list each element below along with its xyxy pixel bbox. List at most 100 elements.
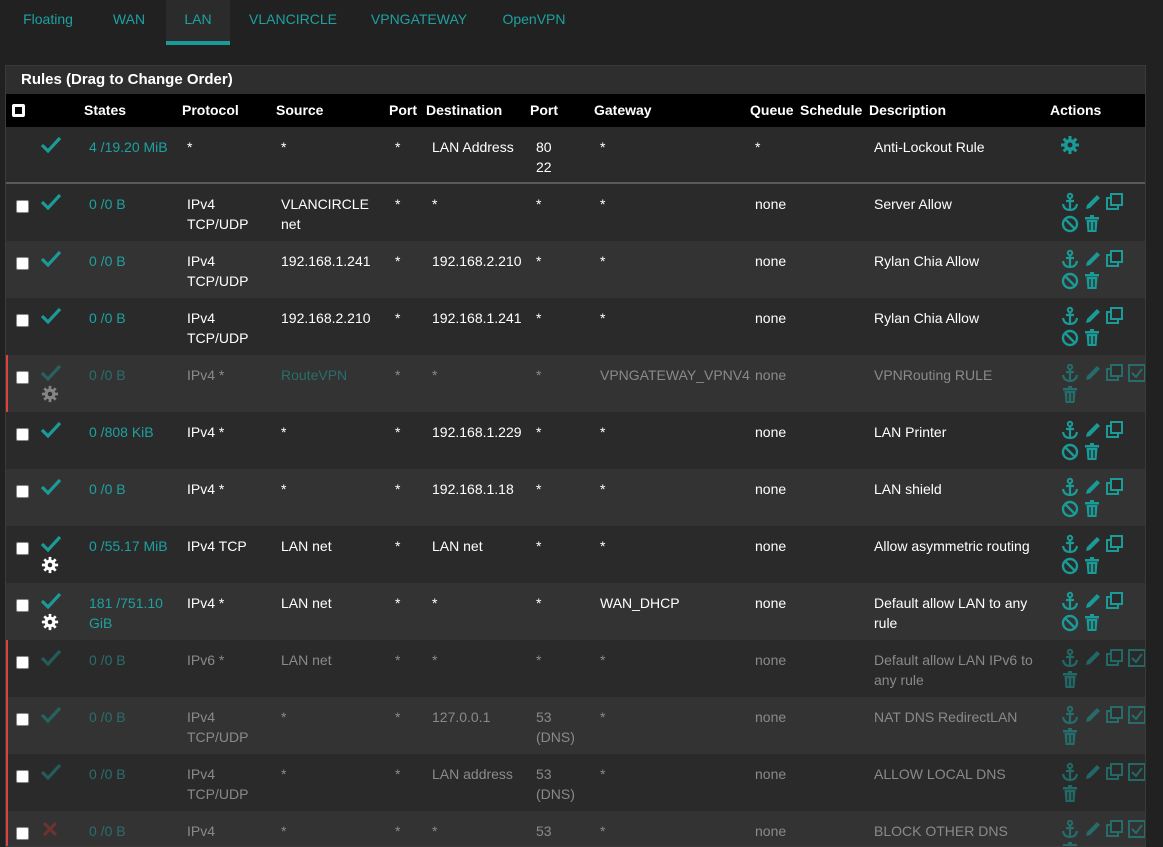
tab-floating[interactable]: Floating — [0, 0, 96, 44]
copy-icon[interactable] — [1105, 477, 1125, 497]
delete-trash-icon[interactable] — [1082, 442, 1102, 462]
move-anchor-icon[interactable] — [1060, 705, 1080, 725]
pass-check-icon[interactable] — [40, 249, 62, 269]
copy-icon[interactable] — [1105, 249, 1125, 269]
move-anchor-icon[interactable] — [1060, 420, 1080, 440]
edit-pencil-icon[interactable] — [1083, 477, 1103, 497]
edit-pencil-icon[interactable] — [1083, 534, 1103, 554]
move-anchor-icon[interactable] — [1060, 819, 1080, 839]
tab-wan[interactable]: WAN — [96, 0, 162, 44]
rule-select-checkbox[interactable] — [16, 770, 29, 783]
move-anchor-icon[interactable] — [1060, 249, 1080, 269]
delete-trash-icon[interactable] — [1060, 784, 1080, 804]
disable-ban-icon[interactable] — [1060, 442, 1080, 462]
tab-vpngateway[interactable]: VPNGATEWAY — [358, 0, 480, 44]
delete-trash-icon[interactable] — [1082, 271, 1102, 291]
rule-select-checkbox[interactable] — [16, 257, 29, 270]
copy-icon[interactable] — [1105, 192, 1125, 212]
anti-lockout-row[interactable]: 4 /19.20 MiB * * * LAN Address 80 22 * * Anti-Lo… — [6, 127, 1145, 184]
move-anchor-icon[interactable] — [1060, 762, 1080, 782]
delete-trash-icon[interactable] — [1082, 328, 1102, 348]
copy-icon[interactable] — [1105, 705, 1125, 725]
rule-select-checkbox[interactable] — [16, 314, 29, 327]
rule-row[interactable]: 0 /0 B IPv4 * * * 192.168.1.18 * * none LAN shie… — [6, 469, 1145, 526]
delete-trash-icon[interactable] — [1060, 727, 1080, 747]
disable-ban-icon[interactable] — [1060, 556, 1080, 576]
edit-pencil-icon[interactable] — [1083, 420, 1103, 440]
rule-row[interactable]: 0 /0 B IPv4 TCP/UDP * * 127.0.0.1 53 (DNS) * no… — [6, 697, 1145, 754]
move-anchor-icon[interactable] — [1060, 363, 1080, 383]
rule-select-checkbox[interactable] — [16, 599, 29, 612]
pass-check-icon[interactable] — [40, 306, 62, 326]
delete-trash-icon[interactable] — [1082, 499, 1102, 519]
edit-pencil-icon[interactable] — [1083, 648, 1103, 668]
rule-row[interactable]: 0 /0 B IPv6 * LAN net * * * * none Default allow… — [6, 640, 1145, 697]
enable-rule-icon[interactable] — [1127, 762, 1146, 782]
copy-icon[interactable] — [1105, 306, 1125, 326]
edit-pencil-icon[interactable] — [1083, 363, 1103, 383]
delete-trash-icon[interactable] — [1082, 556, 1102, 576]
copy-icon[interactable] — [1105, 420, 1125, 440]
rule-row[interactable]: 0 /0 B IPv4 TCP/UDP * * LAN address 53 (DNS) *… — [6, 754, 1145, 811]
delete-trash-icon[interactable] — [1060, 670, 1080, 690]
pass-check-icon[interactable] — [40, 420, 62, 440]
copy-icon[interactable] — [1105, 648, 1125, 668]
move-anchor-icon[interactable] — [1060, 192, 1080, 212]
block-icon[interactable] — [40, 819, 62, 839]
pass-check-icon[interactable] — [40, 477, 62, 497]
delete-trash-icon[interactable] — [1060, 841, 1080, 847]
enable-rule-icon[interactable] — [1127, 819, 1146, 839]
disable-ban-icon[interactable] — [1060, 271, 1080, 291]
copy-icon[interactable] — [1105, 534, 1125, 554]
disable-ban-icon[interactable] — [1060, 328, 1080, 348]
tab-vlancircle[interactable]: VLANCIRCLE — [236, 0, 350, 44]
move-anchor-icon[interactable] — [1060, 477, 1080, 497]
rule-row[interactable]: 0 /55.17 MiB IPv4 TCP LAN net * LAN net * * non… — [6, 526, 1145, 583]
rule-row[interactable]: 181 /751.10 GiB IPv4 * LAN net * * * WAN_DHCP n… — [6, 583, 1145, 640]
delete-trash-icon[interactable] — [1060, 385, 1080, 405]
edit-gear-icon[interactable] — [1060, 135, 1080, 155]
edit-pencil-icon[interactable] — [1083, 306, 1103, 326]
rule-select-checkbox[interactable] — [16, 542, 29, 555]
disable-ban-icon[interactable] — [1060, 499, 1080, 519]
disable-ban-icon[interactable] — [1060, 613, 1080, 633]
edit-pencil-icon[interactable] — [1083, 249, 1103, 269]
rule-row[interactable]: 0 /0 B IPv4 TCP/UDP VLANCIRCLE net * * * * none… — [6, 184, 1145, 241]
move-anchor-icon[interactable] — [1060, 591, 1080, 611]
pass-check-icon[interactable] — [40, 705, 62, 725]
pass-check-icon[interactable] — [40, 135, 62, 155]
edit-pencil-icon[interactable] — [1083, 762, 1103, 782]
edit-pencil-icon[interactable] — [1083, 591, 1103, 611]
rule-row[interactable]: 0 /0 B IPv4 TCP/UDP 192.168.2.210 * 192.168.… — [6, 298, 1145, 355]
move-anchor-icon[interactable] — [1060, 648, 1080, 668]
pass-check-icon[interactable] — [40, 534, 62, 554]
rule-select-checkbox[interactable] — [16, 428, 29, 441]
delete-trash-icon[interactable] — [1082, 613, 1102, 633]
copy-icon[interactable] — [1105, 762, 1125, 782]
pass-check-icon[interactable] — [40, 762, 62, 782]
tab-lan[interactable]: LAN — [166, 0, 230, 45]
copy-icon[interactable] — [1105, 363, 1125, 383]
rule-select-checkbox[interactable] — [16, 485, 29, 498]
rule-select-checkbox[interactable] — [16, 656, 29, 669]
edit-pencil-icon[interactable] — [1083, 192, 1103, 212]
delete-trash-icon[interactable] — [1082, 214, 1102, 234]
copy-icon[interactable] — [1105, 819, 1125, 839]
copy-icon[interactable] — [1105, 591, 1125, 611]
rule-select-checkbox[interactable] — [16, 371, 29, 384]
rule-row[interactable]: 0 /0 B IPv4 * * * 53 * none BLOCK OTHER DNS — [6, 811, 1146, 847]
rule-row[interactable]: 0 /808 KiB IPv4 * * * 192.168.1.229 * * none LAN… — [6, 412, 1145, 469]
pass-check-icon[interactable] — [40, 591, 62, 611]
select-all-checkbox[interactable] — [12, 104, 25, 117]
enable-rule-icon[interactable] — [1127, 648, 1146, 668]
pass-check-icon[interactable] — [40, 192, 62, 212]
rule-row[interactable]: 0 /0 B IPv4 * RouteVPN * * * VPNGATEWAY_VPNV4 n… — [6, 355, 1145, 412]
rule-select-checkbox[interactable] — [16, 827, 29, 840]
move-anchor-icon[interactable] — [1060, 534, 1080, 554]
rule-row[interactable]: 0 /0 B IPv4 TCP/UDP 192.168.1.241 * 192.168.… — [6, 241, 1145, 298]
enable-rule-icon[interactable] — [1127, 705, 1146, 725]
edit-pencil-icon[interactable] — [1083, 705, 1103, 725]
rule-select-checkbox[interactable] — [16, 713, 29, 726]
pass-check-icon[interactable] — [40, 648, 62, 668]
enable-rule-icon[interactable] — [1127, 363, 1146, 383]
